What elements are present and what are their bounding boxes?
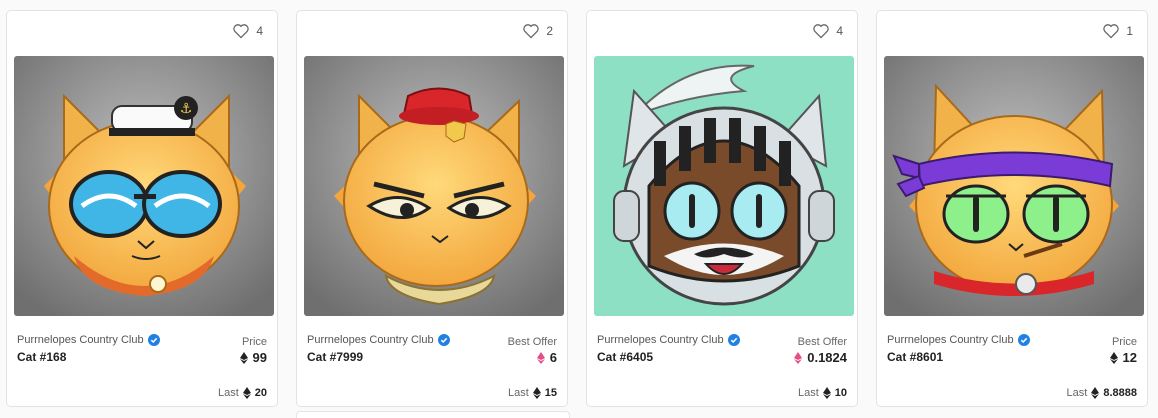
verified-badge-icon xyxy=(727,334,740,346)
nft-card[interactable]: 2 Purrnelopes Country Club Cat #7999 Bes… xyxy=(296,10,568,407)
eth-icon xyxy=(822,387,831,399)
verified-badge-icon xyxy=(1017,334,1030,346)
heart-icon xyxy=(813,24,830,39)
nft-image[interactable] xyxy=(304,56,564,316)
favorite-button[interactable]: 4 xyxy=(812,23,843,39)
collection-name: Purrnelopes Country Club xyxy=(307,334,434,346)
nft-card[interactable]: 4 Purrnelopes Country Club Cat #6405 Bes… xyxy=(586,10,858,407)
weth-icon xyxy=(794,351,803,364)
nft-image[interactable] xyxy=(884,56,1144,316)
favorite-button[interactable]: 2 xyxy=(522,23,553,39)
price-label: Price xyxy=(241,336,267,348)
nft-image[interactable] xyxy=(594,56,854,316)
verified-badge-icon xyxy=(437,334,450,346)
weth-icon xyxy=(536,351,545,364)
last-sale: Last 10 xyxy=(797,387,847,399)
nft-image[interactable]: ⚓ xyxy=(14,56,274,316)
heart-icon xyxy=(1103,24,1120,39)
favorite-count: 2 xyxy=(546,24,553,38)
favorite-button[interactable]: 4 xyxy=(232,23,263,39)
nft-card[interactable]: 1 Purrnelopes Country Club Cat #8601 Pri… xyxy=(876,10,1148,407)
verified-badge-icon xyxy=(147,334,160,346)
heart-icon xyxy=(233,24,250,39)
favorite-button[interactable]: 1 xyxy=(1102,23,1133,39)
svg-text:⚓: ⚓ xyxy=(180,101,193,117)
nft-name[interactable]: Cat #168 xyxy=(17,350,66,364)
collection-link[interactable]: Purrnelopes Country Club xyxy=(17,334,160,346)
last-sale: Last 15 xyxy=(507,387,557,399)
collection-name: Purrnelopes Country Club xyxy=(887,334,1014,346)
price-label: Price xyxy=(1111,336,1137,348)
eth-icon xyxy=(239,351,248,364)
price-label: Best Offer xyxy=(507,336,557,348)
eth-icon xyxy=(1091,387,1100,399)
favorite-count: 1 xyxy=(1126,24,1133,38)
price-value: 6 xyxy=(536,350,557,365)
last-sale: Last 20 xyxy=(217,387,267,399)
collection-link[interactable]: Purrnelopes Country Club xyxy=(887,334,1030,346)
collection-name: Purrnelopes Country Club xyxy=(597,334,724,346)
eth-icon xyxy=(242,387,251,399)
collection-link[interactable]: Purrnelopes Country Club xyxy=(597,334,740,346)
price-value: 0.1824 xyxy=(794,350,847,365)
nft-name[interactable]: Cat #8601 xyxy=(887,350,943,364)
favorite-count: 4 xyxy=(836,24,843,38)
nft-card[interactable]: 4 ⚓ Purrnelopes Country Club Cat #168 Pr… xyxy=(6,10,278,407)
price-value: 99 xyxy=(239,350,267,365)
eth-icon xyxy=(1109,351,1118,364)
eth-icon xyxy=(532,387,541,399)
favorite-count: 4 xyxy=(256,24,263,38)
collection-name: Purrnelopes Country Club xyxy=(17,334,144,346)
last-sale: Last 8.8888 xyxy=(1066,387,1137,399)
nft-card-grid: 4 ⚓ Purrnelopes Country Club Cat #168 Pr… xyxy=(0,0,1158,418)
heart-icon xyxy=(523,24,540,39)
nft-name[interactable]: Cat #6405 xyxy=(597,350,653,364)
collection-link[interactable]: Purrnelopes Country Club xyxy=(307,334,450,346)
price-label: Best Offer xyxy=(797,336,847,348)
price-value: 12 xyxy=(1109,350,1137,365)
nft-name[interactable]: Cat #7999 xyxy=(307,350,363,364)
